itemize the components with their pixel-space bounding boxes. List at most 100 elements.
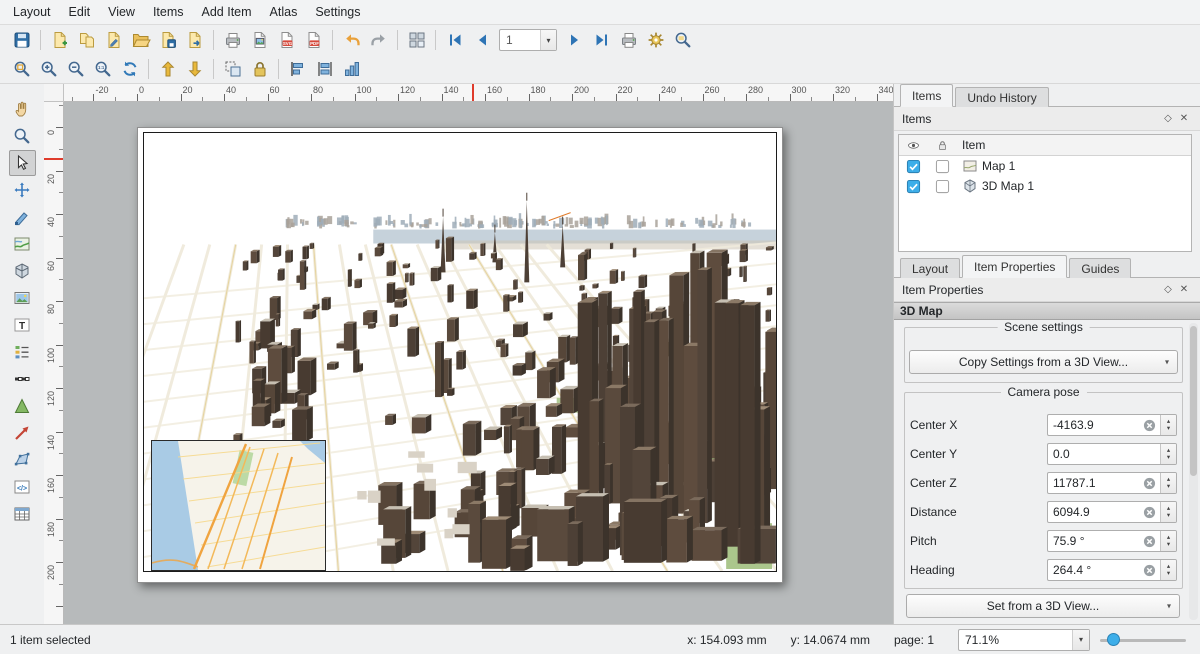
ruler-tick [746,94,747,101]
last-feature-button[interactable] [588,27,615,53]
atlas-page-combo[interactable]: 1▾ [499,29,557,51]
add-3d-map-button[interactable] [9,258,36,284]
tab-items[interactable]: Items [900,84,953,107]
zoom-level-combo[interactable]: 71.1% ▾ [958,629,1090,651]
float-panel-icon[interactable]: ◇ [1160,113,1176,124]
add-table-button[interactable] [9,501,36,527]
spin-arrows[interactable]: ▴▾ [1160,502,1176,522]
redo-button[interactable] [365,27,392,53]
zoom-in-button[interactable] [35,56,62,82]
lock-checkbox[interactable] [928,159,957,174]
open-folder-button[interactable] [127,27,154,53]
layout-page[interactable] [137,127,783,583]
menu-settings[interactable]: Settings [306,1,369,23]
first-feature-button[interactable] [441,27,468,53]
add-legend-button[interactable] [9,339,36,365]
select-tool-button[interactable] [9,150,36,176]
center-x-spinbox[interactable]: -4163.9▴▾ [1047,414,1177,436]
next-feature-button[interactable] [561,27,588,53]
add-label-button[interactable]: T [9,312,36,338]
refresh-button[interactable] [116,56,143,82]
clear-value-icon[interactable] [1143,419,1158,432]
clear-value-icon[interactable] [1143,506,1158,519]
spin-arrows[interactable]: ▴▾ [1160,444,1176,464]
item-row-3d-map-1[interactable]: 3D Map 1 [899,176,1191,196]
preview-atlas-button[interactable] [669,27,696,53]
load-template-button[interactable] [181,27,208,53]
atlas-settings-button[interactable] [642,27,669,53]
close-panel-icon[interactable]: ✕ [1176,113,1192,124]
clear-value-icon[interactable] [1143,535,1158,548]
overview-map-item[interactable] [151,440,326,571]
lock-checkbox[interactable] [928,179,957,194]
menu-atlas[interactable]: Atlas [261,1,307,23]
visibility-checkbox[interactable] [899,179,928,194]
spin-arrows[interactable]: ▴▾ [1160,473,1176,493]
edit-nodes-tool-button[interactable] [9,204,36,230]
add-scalebar-button[interactable] [9,366,36,392]
menu-add-item[interactable]: Add Item [193,1,261,23]
pitch-spinbox[interactable]: 75.9 °▴▾ [1047,530,1177,552]
distribute-items-button[interactable] [311,56,338,82]
add-html-button[interactable]: </> [9,474,36,500]
menu-edit[interactable]: Edit [60,1,100,23]
zoom-slider-handle[interactable] [1107,633,1120,646]
spin-arrows[interactable]: ▴▾ [1160,560,1176,580]
raise-items-button[interactable] [154,56,181,82]
tab-guides[interactable]: Guides [1069,258,1131,278]
save-as-template-button[interactable] [154,27,181,53]
lower-items-button[interactable] [181,56,208,82]
lock-items-button[interactable] [246,56,273,82]
zoom-out-button[interactable] [62,56,89,82]
zoom-slider[interactable] [1100,629,1186,651]
copy-settings-button[interactable]: Copy Settings from a 3D View... ▾ [909,350,1178,374]
scrollbar-thumb[interactable] [1190,326,1197,476]
layout-manager-button[interactable] [100,27,127,53]
add-arrow-button[interactable] [9,420,36,446]
center-y-spinbox[interactable]: 0.0▴▾ [1047,443,1177,465]
tab-item-properties[interactable]: Item Properties [962,255,1067,278]
clear-value-icon[interactable] [1143,477,1158,490]
add-shape-button[interactable] [9,393,36,419]
align-items-button[interactable] [284,56,311,82]
visibility-checkbox[interactable] [899,159,928,174]
menu-items[interactable]: Items [144,1,193,23]
tab-layout[interactable]: Layout [900,258,960,278]
export-image-button[interactable] [246,27,273,53]
close-panel-icon[interactable]: ✕ [1176,284,1192,295]
new-layout-button[interactable] [46,27,73,53]
menu-view[interactable]: View [99,1,144,23]
add-node-item-button[interactable] [9,447,36,473]
zoom-full-button[interactable] [8,56,35,82]
spin-arrows[interactable]: ▴▾ [1160,415,1176,435]
tab-undo-history[interactable]: Undo History [955,87,1048,107]
zoom-actual-button[interactable]: 1:1 [89,56,116,82]
item-row-map-1[interactable]: Map 1 [899,156,1191,176]
move-content-tool-button[interactable] [9,177,36,203]
group-items-button[interactable] [219,56,246,82]
export-pdf-button[interactable]: PDF [300,27,327,53]
pan-tool-button[interactable] [9,96,36,122]
prev-feature-button[interactable] [468,27,495,53]
clear-value-icon[interactable] [1143,564,1158,577]
add-map-button[interactable] [9,231,36,257]
center-z-spinbox[interactable]: 11787.1▴▾ [1047,472,1177,494]
float-panel-icon[interactable]: ◇ [1160,284,1176,295]
save-project-button[interactable] [8,27,35,53]
distance-spinbox[interactable]: 6094.9▴▾ [1047,501,1177,523]
print-layout-button[interactable] [219,27,246,53]
duplicate-layout-button[interactable] [73,27,100,53]
properties-scrollbar[interactable] [1189,323,1198,620]
set-from-3d-view-button[interactable]: Set from a 3D View... ▾ [906,594,1180,618]
add-picture-button[interactable] [9,285,36,311]
undo-button[interactable] [338,27,365,53]
resize-items-button[interactable] [338,56,365,82]
print-atlas-button[interactable] [615,27,642,53]
layout-canvas[interactable] [64,102,893,624]
heading-spinbox[interactable]: 264.4 °▴▾ [1047,559,1177,581]
add-pages-button[interactable] [403,27,430,53]
menu-layout[interactable]: Layout [4,1,60,23]
zoom-tool-button[interactable] [9,123,36,149]
export-svg-button[interactable]: SVG [273,27,300,53]
spin-arrows[interactable]: ▴▾ [1160,531,1176,551]
